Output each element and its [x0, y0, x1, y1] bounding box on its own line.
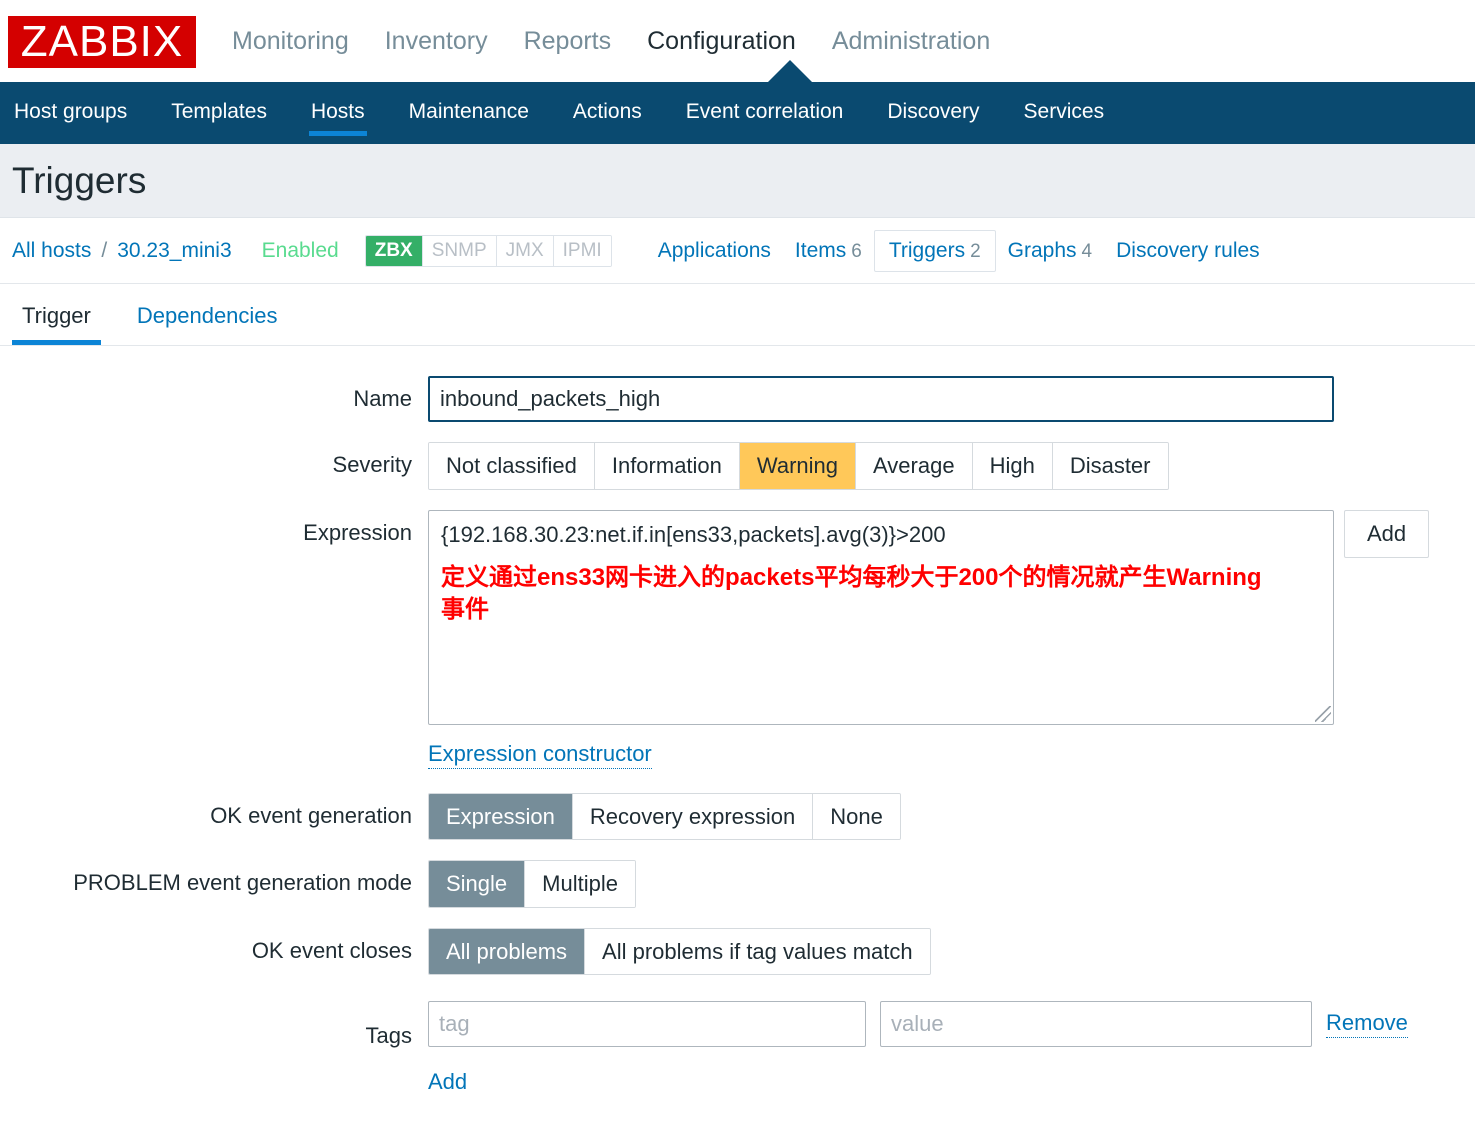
page-title: Triggers: [12, 159, 147, 201]
tab-dependencies[interactable]: Dependencies: [127, 303, 288, 345]
breadcrumb-separator: /: [101, 238, 108, 262]
expression-constructor-link[interactable]: Expression constructor: [428, 741, 652, 769]
protocol-badge-zbx[interactable]: ZBX: [365, 235, 423, 266]
host-link-applications[interactable]: Applications: [646, 231, 783, 271]
host-link-items[interactable]: Items 6: [783, 231, 874, 271]
problem-event-generation-mode-button-group: Single Multiple: [428, 860, 636, 908]
name-input[interactable]: [428, 376, 1334, 422]
expression-label: Expression: [303, 519, 412, 545]
protocol-badge-ipmi[interactable]: IPMI: [553, 235, 611, 266]
subnav-item-discovery[interactable]: Discovery: [881, 86, 985, 140]
host-link-discovery-rules[interactable]: Discovery rules: [1104, 231, 1272, 271]
expression-textarea[interactable]: {192.168.30.23:net.if.in[ens33,packets].…: [428, 509, 1334, 725]
subnav-item-hosts[interactable]: Hosts: [305, 86, 371, 140]
form-tabs: Trigger Dependencies: [0, 284, 1475, 346]
host-link-graphs-count: 4: [1081, 240, 1093, 262]
severity-label: Severity: [332, 452, 412, 477]
active-nav-pointer-icon: [768, 60, 812, 82]
severity-button-group: Not classified Information Warning Avera…: [428, 442, 1169, 490]
ok-event-closes-option-all-problems[interactable]: All problems: [429, 928, 586, 974]
severity-option-warning[interactable]: Warning: [739, 443, 857, 489]
form-row-name: Name: [0, 376, 1475, 422]
ok-event-generation-option-recovery-expression[interactable]: Recovery expression: [572, 793, 814, 839]
ok-event-closes-label: OK event closes: [251, 937, 412, 963]
tags-label: Tags: [365, 1023, 412, 1048]
host-link-graphs-label: Graphs: [1007, 238, 1077, 262]
tag-name-input[interactable]: [428, 1001, 866, 1047]
severity-option-information[interactable]: Information: [594, 443, 740, 489]
subnav-item-event-correlation[interactable]: Event correlation: [680, 86, 850, 140]
protocol-badge-jmx[interactable]: JMX: [496, 235, 554, 266]
expression-value: {192.168.30.23:net.if.in[ens33,packets].…: [441, 521, 946, 547]
ok-event-generation-option-none[interactable]: None: [813, 793, 900, 839]
subnav-item-templates[interactable]: Templates: [165, 86, 273, 140]
ok-event-generation-option-expression[interactable]: Expression: [429, 793, 573, 839]
form-row-ok-event-closes: OK event closes All problems All problem…: [0, 927, 1475, 975]
ok-event-generation-field-wrap: Expression Recovery expression None: [428, 792, 1475, 840]
main-nav-monitoring[interactable]: Monitoring: [232, 27, 349, 56]
sub-navigation: Host groups Templates Hosts Maintenance …: [0, 82, 1475, 144]
form-row-problem-event-generation-mode: PROBLEM event generation mode Single Mul…: [0, 860, 1475, 908]
tag-add-link[interactable]: Add: [428, 1069, 467, 1096]
zabbix-logo[interactable]: ZABBIX: [8, 16, 196, 68]
expression-annotation-overlay: 定义通过ens33网卡进入的packets平均每秒大于200个的情况就产生War…: [441, 564, 1262, 624]
tab-trigger[interactable]: Trigger: [12, 303, 101, 345]
problem-event-generation-mode-field-wrap: Single Multiple: [428, 860, 1475, 908]
host-interface-badges: ZBX SNMP JMX IPMI: [364, 234, 612, 267]
host-entity-links: Applications Items 6 Triggers 2 Graphs 4 Di…: [646, 229, 1272, 272]
breadcrumb-host-name[interactable]: 30.23_mini3: [117, 239, 231, 263]
problem-event-generation-mode-label: PROBLEM event generation mode: [73, 870, 412, 895]
main-nav-configuration[interactable]: Configuration: [647, 27, 796, 56]
host-breadcrumb-bar: All hosts / 30.23_mini3 Enabled ZBX SNMP…: [0, 218, 1475, 284]
subnav-item-host-groups[interactable]: Host groups: [8, 86, 133, 140]
tag-value-input[interactable]: [880, 1001, 1312, 1047]
ok-event-closes-field-wrap: All problems All problems if tag values …: [428, 927, 1475, 975]
subnav-item-actions[interactable]: Actions: [567, 86, 648, 140]
name-field-wrap: [428, 376, 1475, 422]
ok-event-closes-option-tag-match[interactable]: All problems if tag values match: [585, 928, 930, 974]
breadcrumb-all-hosts[interactable]: All hosts: [12, 239, 91, 263]
form-row-ok-event-generation: OK event generation Expression Recovery …: [0, 792, 1475, 840]
page-title-bar: Triggers: [0, 144, 1475, 218]
form-row-severity: Severity Not classified Information Warn…: [0, 442, 1475, 490]
severity-option-disaster[interactable]: Disaster: [1052, 443, 1168, 489]
name-label: Name: [353, 386, 412, 411]
protocol-badge-snmp[interactable]: SNMP: [422, 235, 497, 266]
host-link-applications-label: Applications: [657, 238, 771, 262]
ok-event-generation-button-group: Expression Recovery expression None: [428, 792, 901, 840]
expression-field-wrap: {192.168.30.23:net.if.in[ens33,packets].…: [428, 509, 1475, 769]
severity-option-not-classified[interactable]: Not classified: [429, 443, 595, 489]
trigger-form: Name Severity Not classified Information…: [0, 346, 1475, 1096]
severity-option-high[interactable]: High: [972, 443, 1053, 489]
host-link-triggers-count: 2: [970, 240, 981, 262]
host-link-discovery-rules-label: Discovery rules: [1116, 238, 1260, 262]
expression-add-button[interactable]: Add: [1344, 509, 1430, 558]
form-row-tags: Tags Remove Add: [0, 1001, 1475, 1096]
main-navigation: Monitoring Inventory Reports Configurati…: [232, 27, 990, 56]
host-link-graphs[interactable]: Graphs 4: [996, 231, 1104, 271]
ok-event-closes-button-group: All problems All problems if tag values …: [428, 927, 931, 975]
tags-field-wrap: Remove Add: [428, 1001, 1475, 1096]
main-nav-inventory[interactable]: Inventory: [385, 27, 488, 56]
problem-event-mode-option-single[interactable]: Single: [429, 861, 526, 907]
tag-remove-link[interactable]: Remove: [1326, 1010, 1408, 1038]
ok-event-generation-label: OK event generation: [210, 802, 412, 828]
subnav-item-services[interactable]: Services: [1018, 86, 1111, 140]
subnav-item-maintenance[interactable]: Maintenance: [403, 86, 535, 140]
host-link-triggers-label: Triggers: [888, 238, 966, 262]
severity-field-wrap: Not classified Information Warning Avera…: [428, 442, 1475, 490]
top-bar: ZABBIX Monitoring Inventory Reports Conf…: [0, 0, 1475, 82]
expression-row: {192.168.30.23:net.if.in[ens33,packets].…: [428, 509, 1475, 725]
form-row-expression: Expression {192.168.30.23:net.if.in[ens3…: [0, 509, 1475, 769]
main-nav-administration[interactable]: Administration: [832, 27, 990, 56]
main-nav-reports[interactable]: Reports: [524, 27, 612, 56]
host-link-items-label: Items: [794, 238, 847, 262]
host-link-items-count: 6: [851, 240, 862, 262]
host-status-badge[interactable]: Enabled: [262, 239, 339, 263]
severity-option-average[interactable]: Average: [856, 443, 973, 489]
host-link-triggers[interactable]: Triggers 2: [873, 229, 996, 272]
textarea-resize-handle-icon[interactable]: [1315, 705, 1331, 722]
problem-event-mode-option-multiple[interactable]: Multiple: [525, 861, 635, 907]
tag-entry-row: Remove: [428, 1001, 1475, 1047]
